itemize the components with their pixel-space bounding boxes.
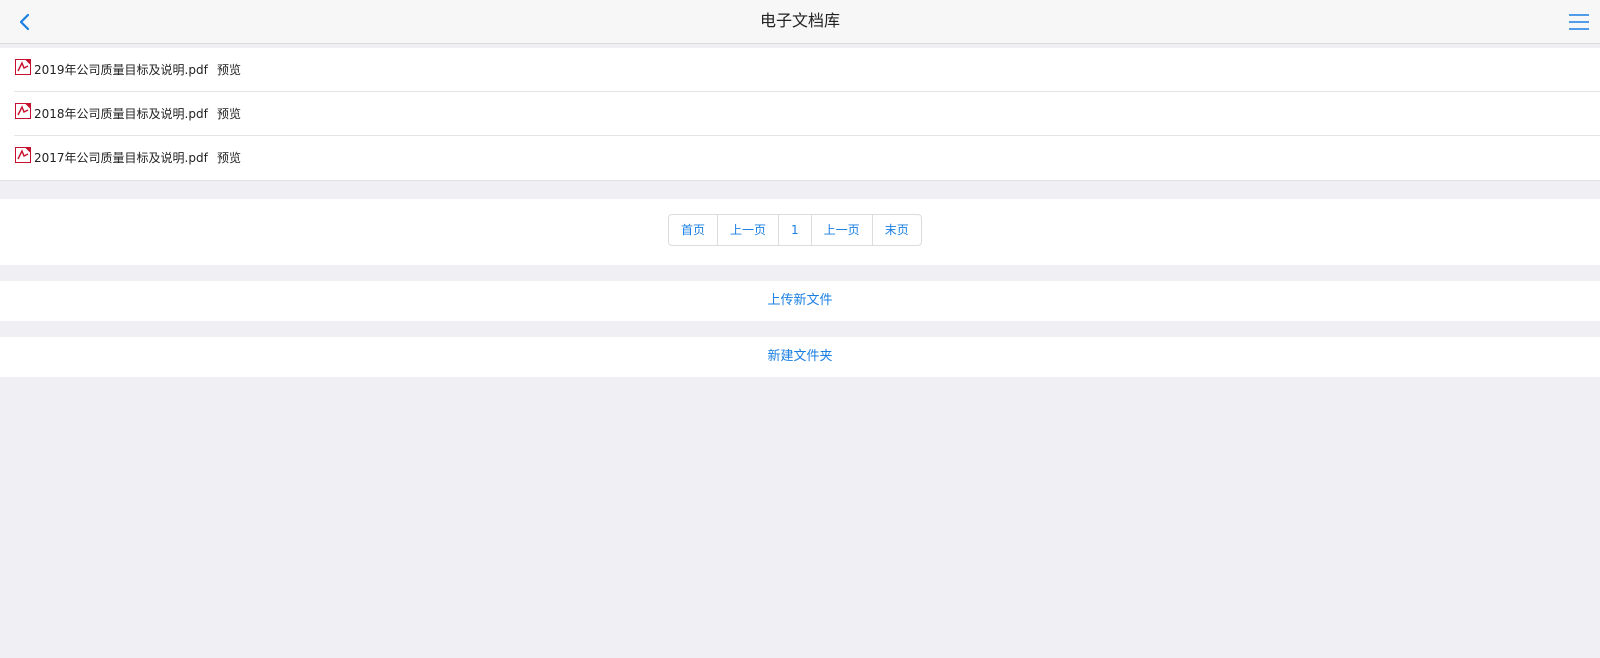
pagination: 首页 上一页 1 上一页 末页 bbox=[668, 214, 922, 246]
preview-link[interactable]: 预览 bbox=[217, 48, 241, 92]
menu-button[interactable] bbox=[1564, 8, 1594, 36]
file-list: 2019年公司质量目标及说明.pdf 预览 2018年公司质量目标及说明.pdf… bbox=[0, 48, 1600, 181]
pagination-section: 首页 上一页 1 上一页 末页 bbox=[0, 199, 1600, 265]
next-page-button[interactable]: 上一页 bbox=[812, 215, 873, 245]
pdf-file-icon bbox=[15, 59, 31, 75]
file-name[interactable]: 2017年公司质量目标及说明.pdf bbox=[34, 136, 208, 180]
file-name[interactable]: 2019年公司质量目标及说明.pdf bbox=[34, 48, 208, 92]
pdf-file-icon bbox=[15, 103, 31, 119]
pdf-file-icon bbox=[15, 147, 31, 163]
last-page-button[interactable]: 末页 bbox=[873, 215, 921, 245]
page-title: 电子文档库 bbox=[759, 11, 840, 30]
upload-file-button[interactable]: 上传新文件 bbox=[0, 281, 1600, 321]
new-folder-button[interactable]: 新建文件夹 bbox=[0, 337, 1600, 377]
top-nav-bar: 电子文档库 bbox=[0, 0, 1600, 44]
file-row: 2018年公司质量目标及说明.pdf 预览 bbox=[14, 92, 1600, 136]
preview-link[interactable]: 预览 bbox=[217, 92, 241, 136]
prev-page-button[interactable]: 上一页 bbox=[718, 215, 780, 245]
file-row: 2019年公司质量目标及说明.pdf 预览 bbox=[14, 48, 1600, 92]
file-row: 2017年公司质量目标及说明.pdf 预览 bbox=[14, 136, 1600, 180]
preview-link[interactable]: 预览 bbox=[217, 136, 241, 180]
first-page-button[interactable]: 首页 bbox=[669, 215, 719, 245]
current-page-button[interactable]: 1 bbox=[779, 215, 812, 245]
hamburger-menu-icon bbox=[1569, 14, 1589, 30]
file-name[interactable]: 2018年公司质量目标及说明.pdf bbox=[34, 92, 208, 136]
